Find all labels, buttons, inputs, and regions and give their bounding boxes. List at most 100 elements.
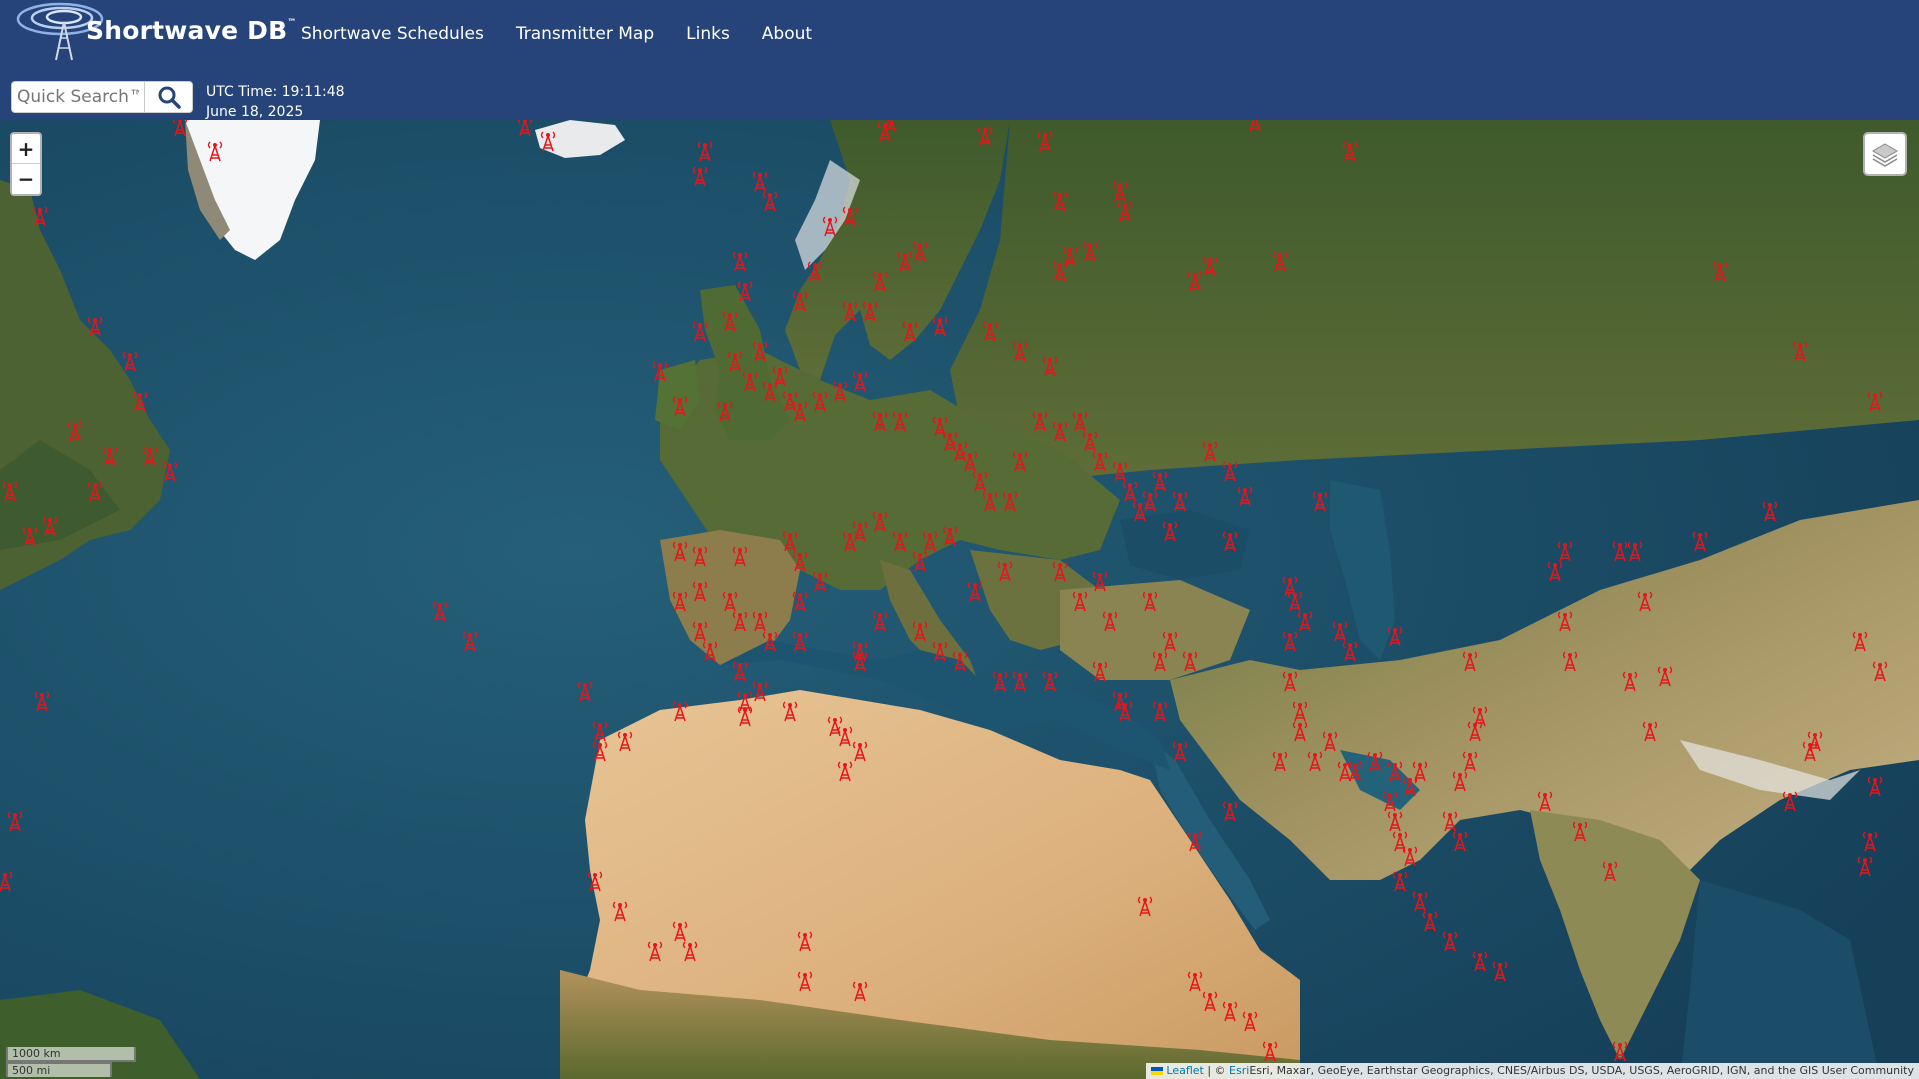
radio-tower-icon[interactable]: [921, 528, 939, 552]
radio-tower-icon[interactable]: [861, 298, 879, 322]
radio-tower-icon[interactable]: [871, 508, 889, 532]
radio-tower-icon[interactable]: [0, 868, 14, 892]
radio-tower-icon[interactable]: [1536, 788, 1554, 812]
radio-tower-icon[interactable]: [721, 308, 739, 332]
radio-tower-icon[interactable]: [911, 618, 929, 642]
radio-tower-icon[interactable]: [86, 478, 104, 502]
radio-tower-icon[interactable]: [1041, 353, 1059, 377]
radio-tower-icon[interactable]: [1111, 178, 1129, 202]
radio-tower-icon[interactable]: [981, 318, 999, 342]
radio-tower-icon[interactable]: [1556, 538, 1574, 562]
radio-tower-icon[interactable]: [1241, 1008, 1259, 1032]
radio-tower-icon[interactable]: [836, 758, 854, 782]
radio-tower-icon[interactable]: [811, 568, 829, 592]
radio-tower-icon[interactable]: [1041, 668, 1059, 692]
radio-tower-icon[interactable]: [1051, 418, 1069, 442]
radio-tower-icon[interactable]: [86, 313, 104, 337]
radio-tower-icon[interactable]: [931, 313, 949, 337]
radio-tower-icon[interactable]: [1221, 798, 1239, 822]
radio-tower-icon[interactable]: [1091, 568, 1109, 592]
radio-tower-icon[interactable]: [931, 638, 949, 662]
radio-tower-icon[interactable]: [1186, 268, 1204, 292]
radio-tower-icon[interactable]: [996, 558, 1014, 582]
radio-tower-icon[interactable]: [121, 348, 139, 372]
radio-tower-icon[interactable]: [981, 488, 999, 512]
radio-tower-icon[interactable]: [101, 443, 119, 467]
radio-tower-icon[interactable]: [431, 598, 449, 622]
radio-tower-icon[interactable]: [1866, 388, 1884, 412]
radio-tower-icon[interactable]: [1271, 248, 1289, 272]
radio-tower-icon[interactable]: [131, 388, 149, 412]
radio-tower-icon[interactable]: [731, 608, 749, 632]
zoom-in-button[interactable]: +: [12, 134, 40, 164]
radio-tower-icon[interactable]: [1491, 958, 1509, 982]
radio-tower-icon[interactable]: [1221, 458, 1239, 482]
search-input[interactable]: [12, 82, 144, 112]
radio-tower-icon[interactable]: [1171, 488, 1189, 512]
radio-tower-icon[interactable]: [1461, 648, 1479, 672]
radio-tower-icon[interactable]: [1346, 758, 1364, 782]
radio-tower-icon[interactable]: [741, 368, 759, 392]
radio-tower-icon[interactable]: [796, 968, 814, 992]
radio-tower-icon[interactable]: [1711, 258, 1729, 282]
radio-tower-icon[interactable]: [1611, 1038, 1629, 1062]
leaflet-link[interactable]: Leaflet: [1166, 1064, 1203, 1077]
radio-tower-icon[interactable]: [696, 138, 714, 162]
radio-tower-icon[interactable]: [1461, 748, 1479, 772]
radio-tower-icon[interactable]: [1311, 488, 1329, 512]
radio-tower-icon[interactable]: [539, 128, 557, 152]
radio-tower-icon[interactable]: [1101, 608, 1119, 632]
radio-tower-icon[interactable]: [1151, 648, 1169, 672]
radio-tower-icon[interactable]: [1636, 588, 1654, 612]
radio-tower-icon[interactable]: [1181, 648, 1199, 672]
radio-tower-icon[interactable]: [951, 648, 969, 672]
radio-tower-icon[interactable]: [1471, 703, 1489, 727]
radio-tower-icon[interactable]: [671, 918, 689, 942]
radio-tower-icon[interactable]: [1411, 758, 1429, 782]
radio-tower-icon[interactable]: [731, 248, 749, 272]
radio-tower-icon[interactable]: [1341, 638, 1359, 662]
radio-tower-icon[interactable]: [791, 288, 809, 312]
radio-tower-icon[interactable]: [751, 338, 769, 362]
radio-tower-icon[interactable]: [651, 358, 669, 382]
radio-tower-icon[interactable]: [1421, 908, 1439, 932]
radio-tower-icon[interactable]: [1201, 438, 1219, 462]
radio-tower-icon[interactable]: [1626, 538, 1644, 562]
radio-tower-icon[interactable]: [1051, 558, 1069, 582]
radio-tower-icon[interactable]: [731, 543, 749, 567]
radio-tower-icon[interactable]: [761, 628, 779, 652]
radio-tower-icon[interactable]: [1441, 928, 1459, 952]
radio-tower-icon[interactable]: [1091, 658, 1109, 682]
radio-tower-icon[interactable]: [171, 120, 189, 137]
radio-tower-icon[interactable]: [21, 523, 39, 547]
radio-tower-icon[interactable]: [896, 248, 914, 272]
radio-tower-icon[interactable]: [1151, 468, 1169, 492]
radio-tower-icon[interactable]: [1071, 588, 1089, 612]
radio-tower-icon[interactable]: [1571, 818, 1589, 842]
radio-tower-icon[interactable]: [1641, 718, 1659, 742]
radio-tower-icon[interactable]: [691, 543, 709, 567]
radio-tower-icon[interactable]: [1001, 488, 1019, 512]
radio-tower-icon[interactable]: [976, 123, 994, 147]
radio-tower-icon[interactable]: [461, 628, 479, 652]
radio-tower-icon[interactable]: [616, 728, 634, 752]
radio-tower-icon[interactable]: [671, 698, 689, 722]
radio-tower-icon[interactable]: [1141, 588, 1159, 612]
radio-tower-icon[interactable]: [791, 588, 809, 612]
radio-tower-icon[interactable]: [611, 898, 629, 922]
radio-tower-icon[interactable]: [791, 548, 809, 572]
radio-tower-icon[interactable]: [1391, 868, 1409, 892]
radio-tower-icon[interactable]: [791, 398, 809, 422]
radio-tower-icon[interactable]: [1341, 138, 1359, 162]
radio-tower-icon[interactable]: [1011, 668, 1029, 692]
radio-tower-icon[interactable]: [1621, 668, 1639, 692]
radio-tower-icon[interactable]: [761, 188, 779, 212]
radio-tower-icon[interactable]: [1291, 718, 1309, 742]
radio-tower-icon[interactable]: [591, 738, 609, 762]
radio-tower-icon[interactable]: [796, 928, 814, 952]
radio-tower-icon[interactable]: [671, 538, 689, 562]
radio-tower-icon[interactable]: [1366, 748, 1384, 772]
radio-tower-icon[interactable]: [806, 258, 824, 282]
radio-tower-icon[interactable]: [1171, 738, 1189, 762]
radio-tower-icon[interactable]: [1861, 828, 1879, 852]
